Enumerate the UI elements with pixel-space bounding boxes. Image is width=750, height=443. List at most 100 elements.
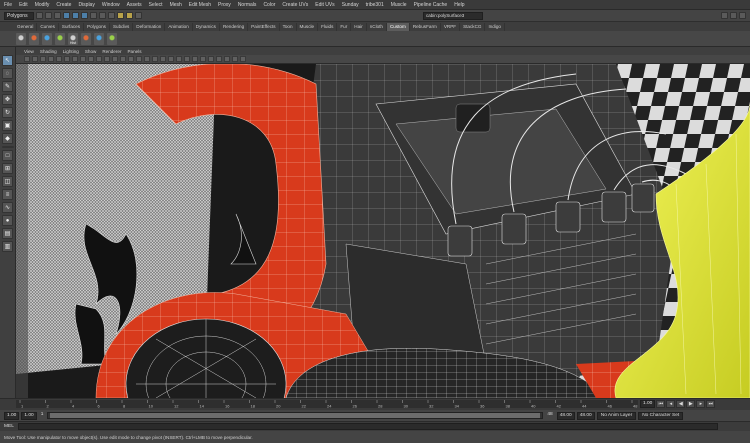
menu-item[interactable]: Mesh — [170, 2, 182, 8]
panel-tool-icon[interactable] — [104, 56, 110, 62]
menu-item[interactable]: Create UVs — [282, 2, 308, 8]
playback-end-field[interactable]: 48.00 — [556, 411, 575, 420]
shelf-tab[interactable]: StackCG — [460, 23, 486, 31]
select-tool-icon[interactable]: ↖ — [2, 55, 13, 66]
menu-item[interactable]: Color — [263, 2, 275, 8]
shelf-button-icon[interactable]: Hist — [68, 32, 78, 45]
shelf-tab[interactable]: RebusFarm — [410, 23, 441, 31]
menu-item[interactable]: Create — [56, 2, 71, 8]
panel-tool-icon[interactable] — [40, 56, 46, 62]
panel-tool-icon[interactable] — [208, 56, 214, 62]
shelf-tab[interactable]: VRPF — [441, 23, 461, 31]
render-settings-icon[interactable] — [135, 12, 142, 19]
mel-label[interactable]: MEL — [4, 424, 14, 429]
panel-tool-icon[interactable] — [216, 56, 222, 62]
graph-editor-icon[interactable]: ∿ — [2, 202, 13, 213]
character-set-dropdown[interactable]: No Character Set — [638, 411, 684, 420]
attribute-editor-icon[interactable] — [730, 12, 737, 19]
shelf-tab[interactable]: Polygons — [84, 23, 110, 31]
selection-field[interactable]: cabin:polySurface3 — [423, 12, 483, 20]
panel-tool-icon[interactable] — [192, 56, 198, 62]
lasso-tool-icon[interactable]: ◌ — [2, 68, 13, 79]
snap-curve-icon[interactable] — [99, 12, 106, 19]
menu-item[interactable]: Pipeline Cache — [414, 2, 448, 8]
scale-tool-icon[interactable]: ▣ — [2, 120, 13, 131]
channel-box-icon[interactable] — [721, 12, 728, 19]
outliner-icon[interactable]: ≡ — [2, 189, 13, 200]
menu-item[interactable]: Muscle — [391, 2, 407, 8]
mode-selector[interactable]: Polygons — [4, 11, 34, 20]
mel-input[interactable] — [17, 423, 718, 430]
move-tool-icon[interactable]: ✥ — [2, 94, 13, 105]
hypershade-icon[interactable]: ● — [2, 215, 13, 226]
panel-tool-icon[interactable] — [200, 56, 206, 62]
start-time-field[interactable]: 1.00 — [4, 411, 20, 420]
shelf-button-icon[interactable] — [42, 32, 52, 45]
panel-menu-item[interactable]: Lighting — [63, 49, 79, 54]
panel-tool-icon[interactable] — [240, 56, 246, 62]
save-scene-icon[interactable] — [54, 12, 61, 19]
menu-item[interactable]: Edit Mesh — [189, 2, 211, 8]
menu-item[interactable]: Proxy — [218, 2, 231, 8]
shelf-tab[interactable]: Hair — [351, 23, 367, 31]
panel-tool-icon[interactable] — [72, 56, 78, 62]
go-to-start-icon[interactable]: ⏮ — [656, 400, 666, 408]
panel-tool-icon[interactable] — [160, 56, 166, 62]
menu-item[interactable]: tribe301 — [366, 2, 384, 8]
panel-tool-icon[interactable] — [120, 56, 126, 62]
panel-menu-item[interactable]: Show — [85, 49, 97, 54]
paint-tool-icon[interactable]: ✎ — [2, 81, 13, 92]
menu-item[interactable]: Display — [78, 2, 94, 8]
panel-menu-item[interactable]: View — [24, 49, 34, 54]
panel-menu-item[interactable]: Shading — [40, 49, 57, 54]
shelf-tab[interactable]: nCloth — [367, 23, 387, 31]
range-slider-thumb[interactable] — [50, 413, 541, 418]
go-to-end-icon[interactable]: ⏭ — [706, 400, 716, 408]
end-time-field[interactable]: 48.00 — [576, 411, 595, 420]
playback-start-field[interactable]: 1.00 — [21, 411, 37, 420]
panel-tool-icon[interactable] — [24, 56, 30, 62]
shelf-tab[interactable]: General — [14, 23, 38, 31]
panel-tool-icon[interactable] — [96, 56, 102, 62]
menu-item[interactable]: Select — [149, 2, 163, 8]
select-component-icon[interactable] — [81, 12, 88, 19]
snap-grid-icon[interactable] — [90, 12, 97, 19]
shelf-tab[interactable]: Fluids — [318, 23, 338, 31]
panel-tool-icon[interactable] — [136, 56, 142, 62]
panel-tool-icon[interactable] — [48, 56, 54, 62]
shelf-button-icon[interactable] — [16, 32, 26, 45]
time-track[interactable]: 1 2 4 6 8 10 12 14 16 18 20 22 24 26 28 30 32 34 36 38 40 42 4… — [16, 400, 638, 409]
panel-tool-icon[interactable] — [32, 56, 38, 62]
menu-item[interactable]: Window — [102, 2, 120, 8]
shelf-tab[interactable]: PaintEffects — [248, 23, 280, 31]
panel-tool-icon[interactable] — [80, 56, 86, 62]
menu-item[interactable]: Normals — [238, 2, 257, 8]
menu-item[interactable]: Assets — [127, 2, 142, 8]
ipr-render-icon[interactable] — [126, 12, 133, 19]
render-icon[interactable] — [117, 12, 124, 19]
open-scene-icon[interactable] — [45, 12, 52, 19]
snap-point-icon[interactable] — [108, 12, 115, 19]
shelf-button-icon[interactable] — [94, 32, 104, 45]
viewport-3d[interactable] — [16, 64, 750, 398]
tool-settings-icon[interactable] — [739, 12, 746, 19]
panel-menu-item[interactable]: Panels — [127, 49, 141, 54]
panel-tool-icon[interactable] — [176, 56, 182, 62]
anim-layer-dropdown[interactable]: No Anim Layer — [596, 411, 637, 420]
panel-tool-icon[interactable] — [224, 56, 230, 62]
rotate-tool-icon[interactable]: ↻ — [2, 107, 13, 118]
menu-item[interactable]: Edit — [19, 2, 28, 8]
shelf-tab[interactable]: Toon — [280, 23, 297, 31]
play-forward-icon[interactable]: ▶ — [686, 400, 696, 408]
panel-tool-icon[interactable] — [184, 56, 190, 62]
shelf-tab[interactable]: Surfaces — [59, 23, 85, 31]
shelf-tab[interactable]: Fur — [337, 23, 352, 31]
menu-item[interactable]: File — [4, 2, 12, 8]
panel-tool-icon[interactable] — [88, 56, 94, 62]
menu-item[interactable]: Help — [454, 2, 464, 8]
panel-tool-icon[interactable] — [168, 56, 174, 62]
shelf-tab[interactable]: Deformation — [133, 23, 166, 31]
panel-tool-icon[interactable] — [112, 56, 118, 62]
shelf-tab[interactable]: Subdivs — [110, 23, 134, 31]
render-view-icon[interactable]: ▤ — [2, 228, 13, 239]
